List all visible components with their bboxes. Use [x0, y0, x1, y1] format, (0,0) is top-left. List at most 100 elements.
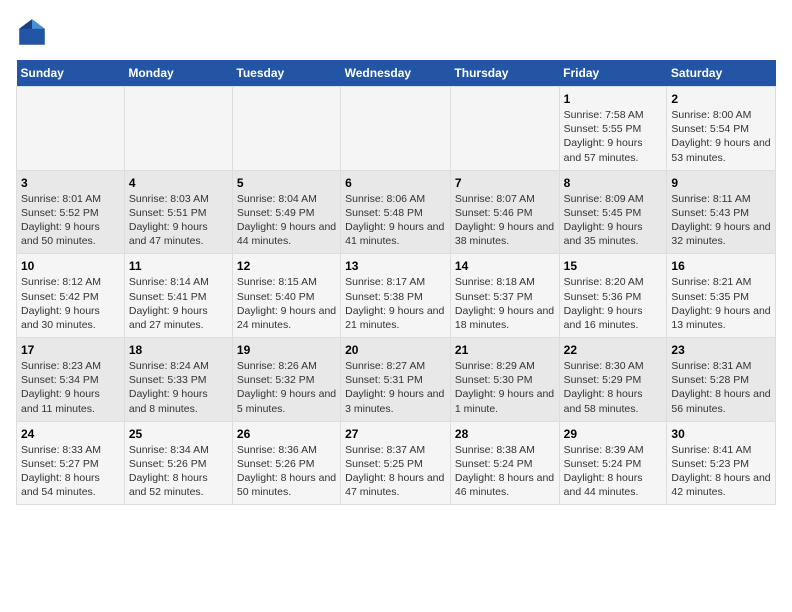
calendar-cell-r1-c0: 3 Sunrise: 8:01 AM Sunset: 5:52 PM Daylig…: [17, 170, 125, 254]
day-info: Sunrise: 8:38 AM Sunset: 5:24 PM Dayligh…: [455, 443, 555, 500]
day-info: Sunrise: 8:24 AM Sunset: 5:33 PM Dayligh…: [129, 359, 228, 416]
day-info: Sunrise: 8:06 AM Sunset: 5:48 PM Dayligh…: [345, 192, 446, 249]
day-info: Sunrise: 8:33 AM Sunset: 5:27 PM Dayligh…: [21, 443, 120, 500]
day-info: Sunrise: 8:11 AM Sunset: 5:43 PM Dayligh…: [671, 192, 771, 249]
day-number: 8: [564, 176, 663, 190]
day-info: Sunrise: 8:18 AM Sunset: 5:37 PM Dayligh…: [455, 275, 555, 332]
day-info: Sunrise: 7:58 AM Sunset: 5:55 PM Dayligh…: [564, 108, 663, 165]
calendar-cell-r2-c5: 15Sunrise: 8:20 AM Sunset: 5:36 PM Dayli…: [559, 254, 667, 338]
weekday-header-wednesday: Wednesday: [341, 60, 451, 87]
calendar-row-3: 17Sunrise: 8:23 AM Sunset: 5:34 PM Dayli…: [17, 338, 776, 422]
weekday-header-tuesday: Tuesday: [232, 60, 340, 87]
logo: [16, 16, 52, 48]
calendar-cell-r0-c5: 1 Sunrise: 7:58 AM Sunset: 5:55 PM Daylig…: [559, 87, 667, 171]
day-number: 11: [129, 259, 228, 273]
day-number: 21: [455, 343, 555, 357]
day-number: 27: [345, 427, 446, 441]
day-info: Sunrise: 8:09 AM Sunset: 5:45 PM Dayligh…: [564, 192, 663, 249]
calendar-cell-r4-c6: 30 Sunrise: 8:41 AM Sunset: 5:23 PM Dayli…: [667, 421, 776, 505]
day-number: 24: [21, 427, 120, 441]
day-number: 28: [455, 427, 555, 441]
day-number: 19: [237, 343, 336, 357]
calendar-cell-r1-c6: 9 Sunrise: 8:11 AM Sunset: 5:43 PM Daylig…: [667, 170, 776, 254]
calendar-cell-r3-c2: 19 Sunrise: 8:26 AM Sunset: 5:32 PM Dayli…: [232, 338, 340, 422]
calendar-cell-r0-c6: 2 Sunrise: 8:00 AM Sunset: 5:54 PM Daylig…: [667, 87, 776, 171]
day-info: Sunrise: 8:14 AM Sunset: 5:41 PM Dayligh…: [129, 275, 228, 332]
day-number: 7: [455, 176, 555, 190]
day-info: Sunrise: 8:15 AM Sunset: 5:40 PM Dayligh…: [237, 275, 336, 332]
day-number: 30: [671, 427, 771, 441]
calendar-cell-r4-c0: 24 Sunrise: 8:33 AM Sunset: 5:27 PM Dayli…: [17, 421, 125, 505]
calendar-cell-r2-c1: 11 Sunrise: 8:14 AM Sunset: 5:41 PM Dayli…: [124, 254, 232, 338]
day-info: Sunrise: 8:20 AM Sunset: 5:36 PM Dayligh…: [564, 275, 663, 332]
day-info: Sunrise: 8:26 AM Sunset: 5:32 PM Dayligh…: [237, 359, 336, 416]
calendar-cell-r3-c4: 21 Sunrise: 8:29 AM Sunset: 5:30 PM Dayli…: [450, 338, 559, 422]
calendar-cell-r4-c1: 25 Sunrise: 8:34 AM Sunset: 5:26 PM Dayli…: [124, 421, 232, 505]
day-number: 1: [564, 92, 663, 106]
day-info: Sunrise: 8:21 AM Sunset: 5:35 PM Dayligh…: [671, 275, 771, 332]
weekday-header-row: SundayMondayTuesdayWednesdayThursdayFrid…: [17, 60, 776, 87]
calendar-cell-r1-c3: 6Sunrise: 8:06 AM Sunset: 5:48 PM Daylig…: [341, 170, 451, 254]
calendar-row-0: 1 Sunrise: 7:58 AM Sunset: 5:55 PM Daylig…: [17, 87, 776, 171]
day-number: 29: [564, 427, 663, 441]
calendar-cell-r3-c3: 20 Sunrise: 8:27 AM Sunset: 5:31 PM Dayli…: [341, 338, 451, 422]
day-number: 9: [671, 176, 771, 190]
calendar-cell-r1-c5: 8 Sunrise: 8:09 AM Sunset: 5:45 PM Daylig…: [559, 170, 667, 254]
day-number: 20: [345, 343, 446, 357]
weekday-header-monday: Monday: [124, 60, 232, 87]
calendar-cell-r4-c4: 28 Sunrise: 8:38 AM Sunset: 5:24 PM Dayli…: [450, 421, 559, 505]
day-number: 18: [129, 343, 228, 357]
day-info: Sunrise: 8:17 AM Sunset: 5:38 PM Dayligh…: [345, 275, 446, 332]
day-number: 25: [129, 427, 228, 441]
calendar-table: SundayMondayTuesdayWednesdayThursdayFrid…: [16, 60, 776, 505]
weekday-header-friday: Friday: [559, 60, 667, 87]
day-number: 12: [237, 259, 336, 273]
day-info: Sunrise: 8:36 AM Sunset: 5:26 PM Dayligh…: [237, 443, 336, 500]
weekday-header-sunday: Sunday: [17, 60, 125, 87]
day-number: 2: [671, 92, 771, 106]
day-number: 10: [21, 259, 120, 273]
calendar-cell-r2-c3: 13 Sunrise: 8:17 AM Sunset: 5:38 PM Dayli…: [341, 254, 451, 338]
calendar-cell-r4-c5: 29Sunrise: 8:39 AM Sunset: 5:24 PM Dayli…: [559, 421, 667, 505]
day-info: Sunrise: 8:23 AM Sunset: 5:34 PM Dayligh…: [21, 359, 120, 416]
calendar-cell-r0-c0: [17, 87, 125, 171]
day-info: Sunrise: 8:00 AM Sunset: 5:54 PM Dayligh…: [671, 108, 771, 165]
day-number: 16: [671, 259, 771, 273]
day-info: Sunrise: 8:12 AM Sunset: 5:42 PM Dayligh…: [21, 275, 120, 332]
calendar-cell-r0-c4: [450, 87, 559, 171]
day-info: Sunrise: 8:37 AM Sunset: 5:25 PM Dayligh…: [345, 443, 446, 500]
calendar-cell-r3-c5: 22Sunrise: 8:30 AM Sunset: 5:29 PM Dayli…: [559, 338, 667, 422]
day-number: 26: [237, 427, 336, 441]
day-number: 3: [21, 176, 120, 190]
day-info: Sunrise: 8:29 AM Sunset: 5:30 PM Dayligh…: [455, 359, 555, 416]
calendar-cell-r4-c2: 26 Sunrise: 8:36 AM Sunset: 5:26 PM Dayli…: [232, 421, 340, 505]
day-info: Sunrise: 8:04 AM Sunset: 5:49 PM Dayligh…: [237, 192, 336, 249]
calendar-cell-r3-c0: 17Sunrise: 8:23 AM Sunset: 5:34 PM Dayli…: [17, 338, 125, 422]
day-number: 23: [671, 343, 771, 357]
day-number: 13: [345, 259, 446, 273]
weekday-header-saturday: Saturday: [667, 60, 776, 87]
day-info: Sunrise: 8:07 AM Sunset: 5:46 PM Dayligh…: [455, 192, 555, 249]
calendar-cell-r3-c6: 23 Sunrise: 8:31 AM Sunset: 5:28 PM Dayli…: [667, 338, 776, 422]
day-number: 14: [455, 259, 555, 273]
calendar-cell-r1-c4: 7 Sunrise: 8:07 AM Sunset: 5:46 PM Daylig…: [450, 170, 559, 254]
calendar-cell-r1-c2: 5Sunrise: 8:04 AM Sunset: 5:49 PM Daylig…: [232, 170, 340, 254]
calendar-cell-r4-c3: 27 Sunrise: 8:37 AM Sunset: 5:25 PM Dayli…: [341, 421, 451, 505]
calendar-row-2: 10 Sunrise: 8:12 AM Sunset: 5:42 PM Dayli…: [17, 254, 776, 338]
calendar-cell-r2-c6: 16 Sunrise: 8:21 AM Sunset: 5:35 PM Dayli…: [667, 254, 776, 338]
day-info: Sunrise: 8:01 AM Sunset: 5:52 PM Dayligh…: [21, 192, 120, 249]
weekday-header-thursday: Thursday: [450, 60, 559, 87]
header: [16, 16, 776, 48]
calendar-cell-r0-c1: [124, 87, 232, 171]
day-info: Sunrise: 8:31 AM Sunset: 5:28 PM Dayligh…: [671, 359, 771, 416]
day-number: 4: [129, 176, 228, 190]
day-info: Sunrise: 8:34 AM Sunset: 5:26 PM Dayligh…: [129, 443, 228, 500]
calendar-cell-r2-c4: 14 Sunrise: 8:18 AM Sunset: 5:37 PM Dayli…: [450, 254, 559, 338]
calendar-row-4: 24 Sunrise: 8:33 AM Sunset: 5:27 PM Dayli…: [17, 421, 776, 505]
day-info: Sunrise: 8:30 AM Sunset: 5:29 PM Dayligh…: [564, 359, 663, 416]
calendar-cell-r0-c2: [232, 87, 340, 171]
day-info: Sunrise: 8:27 AM Sunset: 5:31 PM Dayligh…: [345, 359, 446, 416]
calendar-cell-r0-c3: [341, 87, 451, 171]
calendar-cell-r2-c2: 12 Sunrise: 8:15 AM Sunset: 5:40 PM Dayli…: [232, 254, 340, 338]
day-info: Sunrise: 8:41 AM Sunset: 5:23 PM Dayligh…: [671, 443, 771, 500]
